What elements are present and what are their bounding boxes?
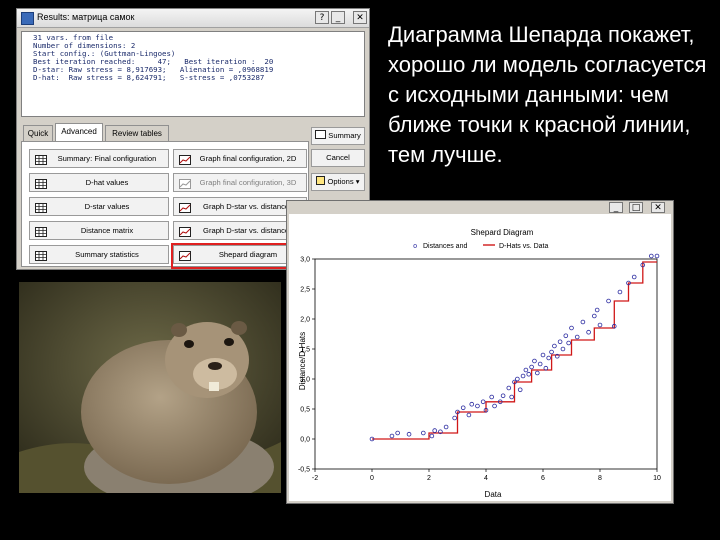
button-label: Summary statistics [75, 250, 139, 259]
x-tick-label: 6 [541, 475, 545, 482]
y-tick-label: 2,0 [300, 317, 310, 324]
y-tick-label: 0,0 [300, 437, 310, 444]
x-tick-label: -2 [312, 475, 318, 482]
help-button[interactable]: ? [315, 11, 329, 24]
tab-advanced[interactable]: Advanced [55, 123, 103, 141]
y-tick-label: 2,5 [300, 287, 310, 294]
graph-final-configuration-2d-button[interactable]: Graph final configuration, 2D [173, 149, 307, 168]
graph-icon [179, 178, 191, 189]
graph-icon [179, 202, 191, 213]
graph-icon [179, 154, 191, 165]
x-tick-label: 8 [598, 475, 602, 482]
options-button-label: Options ▾ [327, 177, 360, 186]
shepard-chart: Shepard Diagram o Distances and D-Hats v… [298, 228, 661, 499]
button-label: Graph final configuration, 2D [199, 154, 297, 163]
d-star-values-button[interactable]: D-star values [29, 197, 169, 216]
summary-button-label: Summary [328, 131, 361, 140]
table-icon [35, 250, 47, 261]
x-axis-label: Data [485, 490, 502, 499]
x-tick-label: 0 [370, 475, 374, 482]
distance-point [654, 253, 660, 259]
button-label: Graph final configuration, 3D [199, 178, 297, 187]
y-tick-label: -0,5 [298, 467, 310, 474]
results-report: 31 vars. from file Number of dimensions:… [21, 31, 365, 117]
summary-button[interactable]: Summary [311, 127, 365, 145]
x-tick-label: 2 [427, 475, 431, 482]
caption-text: Диаграмма Шепарда покажет, хорошо ли мод… [388, 22, 707, 167]
button-label: D-star values [84, 202, 130, 211]
table-icon [35, 226, 47, 237]
minimize-button[interactable]: _ [331, 11, 345, 24]
dialog-titlebar[interactable]: Results: матрица самок ? _ ✕ [17, 9, 369, 28]
y-tick-label: 0,5 [300, 407, 310, 414]
button-label: Distance matrix [80, 226, 134, 235]
button-label: Summary: Final configuration [57, 154, 157, 163]
shepard-window: _ □ ✕ Shepard Diagram o Distances and D-… [286, 200, 674, 504]
x-tick-label: 10 [653, 475, 661, 482]
close-button[interactable]: ✕ [353, 11, 367, 24]
cancel-button[interactable]: Cancel [311, 149, 365, 167]
y-axis-label: Distance/D-Hats [298, 332, 307, 390]
x-tick-label: 4 [484, 475, 488, 482]
legend-distances: Distances and [423, 243, 467, 250]
summary-statistics-button[interactable]: Summary statistics [29, 245, 169, 264]
chart-legend: o Distances and D-Hats vs. Data [413, 242, 549, 250]
distance-matrix-button[interactable]: Distance matrix [29, 221, 169, 240]
plot-frame [314, 258, 658, 470]
table-icon [35, 154, 47, 165]
dialog-title: Results: матрица самок [37, 12, 135, 22]
app-icon [21, 12, 34, 25]
legend-dhats: D-Hats vs. Data [499, 243, 549, 250]
legend-marker-distances: o [413, 242, 417, 250]
distance-point [648, 253, 654, 259]
options-icon [316, 176, 326, 185]
tab-review-tables[interactable]: Review tables [105, 125, 169, 141]
table-icon [35, 178, 47, 189]
summary-icon [315, 130, 327, 139]
chart-title: Shepard Diagram [471, 228, 534, 237]
d-hat-values-button[interactable]: D-hat values [29, 173, 169, 192]
button-label: D-hat values [85, 178, 129, 187]
report-line: D-hat: Raw stress = 8,624791; S-stress =… [33, 73, 265, 83]
table-icon [35, 202, 47, 213]
graph-final-configuration-3d-button: Graph final configuration, 3D [173, 173, 307, 192]
y-tick-label: 3,0 [300, 257, 310, 264]
marmot-photo [19, 282, 281, 493]
summary-final-configuration-button[interactable]: Summary: Final configuration [29, 149, 169, 168]
options-button[interactable]: Options ▾ [311, 173, 365, 191]
tab-quick[interactable]: Quick [23, 125, 53, 141]
graph-icon [179, 226, 191, 237]
